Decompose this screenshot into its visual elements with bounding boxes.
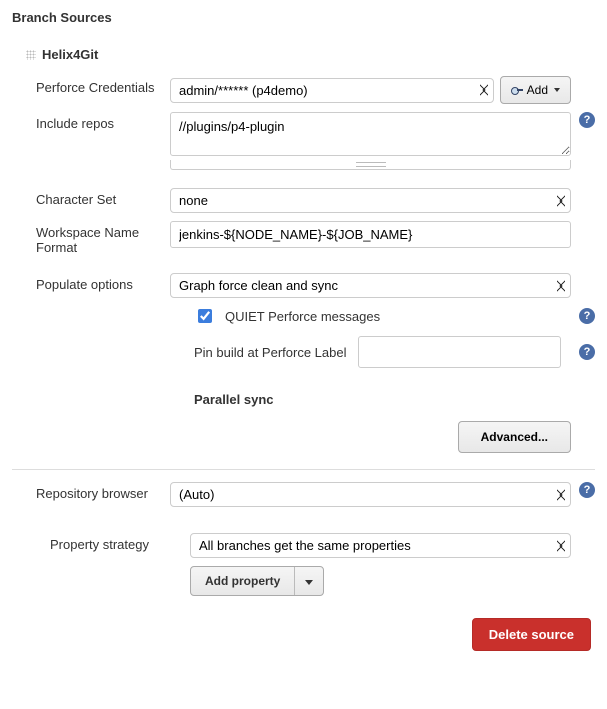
label-credentials: Perforce Credentials xyxy=(12,76,162,95)
caret-down-icon xyxy=(305,580,313,585)
delete-source-button[interactable]: Delete source xyxy=(472,618,591,651)
charset-select[interactable]: none xyxy=(170,188,571,213)
help-icon[interactable]: ? xyxy=(579,482,595,498)
source-helix4git-block: Helix4Git Perforce Credentials admin/***… xyxy=(12,41,595,470)
add-property-button[interactable]: Add property xyxy=(190,566,324,596)
row-include-repos: Include repos //plugins/p4-plugin ? xyxy=(12,108,595,174)
textarea-resize-handle[interactable] xyxy=(170,160,571,170)
caret-down-icon xyxy=(554,88,560,92)
populate-options-block: QUIET Perforce messages ? Pin build at P… xyxy=(12,302,595,415)
help-icon[interactable]: ? xyxy=(579,308,595,324)
help-icon[interactable]: ? xyxy=(579,112,595,128)
include-repos-textarea[interactable]: //plugins/p4-plugin xyxy=(170,112,571,156)
quiet-checkbox[interactable] xyxy=(198,309,212,323)
source-type-label: Helix4Git xyxy=(42,47,98,62)
workspace-name-input[interactable] xyxy=(170,221,571,248)
row-repo-browser: Repository browser (Auto) ? xyxy=(12,478,595,511)
credentials-select[interactable]: admin/****** (p4demo) xyxy=(170,78,494,103)
parallel-sync-heading: Parallel sync xyxy=(194,374,595,415)
repo-browser-select[interactable]: (Auto) xyxy=(170,482,571,507)
label-include-repos: Include repos xyxy=(12,112,162,131)
label-workspace-name: Workspace Name Format xyxy=(12,221,162,255)
quiet-label: QUIET Perforce messages xyxy=(225,309,380,324)
populate-select[interactable]: Graph force clean and sync xyxy=(170,273,571,298)
row-credentials: Perforce Credentials admin/****** (p4dem… xyxy=(12,72,595,108)
help-icon[interactable]: ? xyxy=(579,344,595,360)
row-workspace-name: Workspace Name Format xyxy=(12,217,595,259)
section-title: Branch Sources xyxy=(12,10,595,25)
label-charset: Character Set xyxy=(12,188,162,207)
drag-handle-icon[interactable] xyxy=(26,50,36,60)
advanced-row: Advanced... xyxy=(12,415,595,469)
key-icon xyxy=(511,86,523,94)
pin-label-input[interactable] xyxy=(358,336,561,368)
label-populate: Populate options xyxy=(12,273,162,292)
advanced-button[interactable]: Advanced... xyxy=(458,421,571,453)
quiet-checkbox-row: QUIET Perforce messages xyxy=(194,306,380,326)
label-empty xyxy=(12,566,182,570)
property-strategy-select[interactable]: All branches get the same properties xyxy=(190,533,571,558)
label-property-strategy: Property strategy xyxy=(12,533,182,552)
footer-row: Delete source xyxy=(12,600,595,651)
row-charset: Character Set none xyxy=(12,184,595,217)
add-credentials-button[interactable]: Add xyxy=(500,76,571,104)
row-add-property: Add property xyxy=(12,562,595,600)
row-populate: Populate options Graph force clean and s… xyxy=(12,269,595,302)
source-type-header: Helix4Git xyxy=(12,41,595,72)
label-repo-browser: Repository browser xyxy=(12,482,162,501)
pin-label: Pin build at Perforce Label xyxy=(194,345,346,360)
row-property-strategy: Property strategy All branches get the s… xyxy=(12,529,595,562)
